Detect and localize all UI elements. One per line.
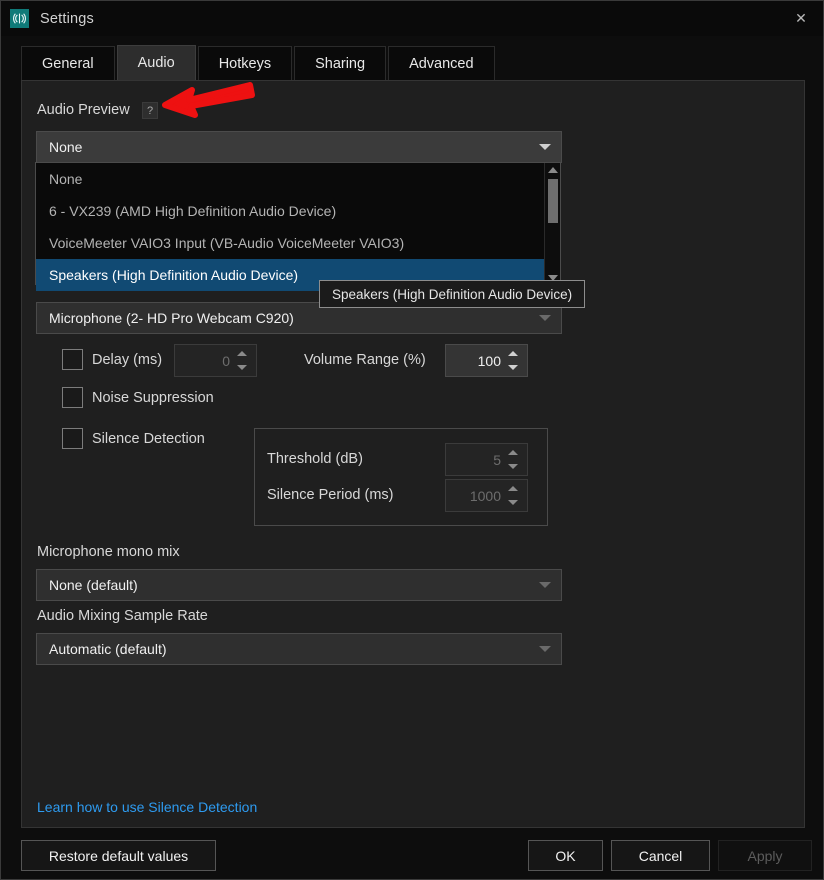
threshold-value: 5 (493, 451, 501, 468)
volume-range-stepper[interactable]: 100 (445, 344, 528, 377)
audio-preview-combo[interactable]: None (36, 131, 562, 163)
audio-preview-value: None (49, 139, 83, 155)
tab-general[interactable]: General (21, 46, 115, 80)
tab-hotkeys[interactable]: Hotkeys (197, 46, 293, 80)
audio-preview-label: Audio Preview (37, 102, 130, 118)
threshold-label: Threshold (dB) (267, 451, 363, 467)
window-title: Settings (40, 10, 94, 27)
mono-mix-value: None (default) (49, 577, 138, 593)
silence-detection-checkbox[interactable] (62, 428, 83, 449)
dropdown-option-vx239[interactable]: 6 - VX239 (AMD High Definition Audio Dev… (36, 195, 560, 227)
tab-bar: General Audio Hotkeys Sharing Advanced (21, 45, 497, 80)
apply-button: Apply (718, 840, 812, 871)
restore-defaults-button[interactable]: Restore default values (21, 840, 216, 871)
stepper-up-icon[interactable] (237, 351, 247, 356)
delay-value: 0 (222, 352, 230, 369)
threshold-stepper[interactable]: 5 (445, 443, 528, 476)
noise-suppression-label: Noise Suppression (92, 390, 214, 406)
chevron-down-icon (539, 144, 551, 150)
microphone-value: Microphone (2- HD Pro Webcam C920) (49, 310, 294, 326)
title-bar: Settings ✕ (1, 1, 823, 36)
stepper-down-icon[interactable] (237, 365, 247, 370)
silence-detection-label: Silence Detection (92, 431, 205, 447)
stepper-up-icon[interactable] (508, 450, 518, 455)
stepper-down-icon[interactable] (508, 500, 518, 505)
tab-audio[interactable]: Audio (116, 45, 196, 80)
settings-window: Settings ✕ General Audio Hotkeys Sharing… (0, 0, 824, 880)
tab-advanced[interactable]: Advanced (388, 46, 495, 80)
delay-checkbox[interactable] (62, 349, 83, 370)
scroll-up-icon[interactable] (545, 163, 561, 176)
stepper-up-icon[interactable] (508, 486, 518, 491)
dropdown-option-none[interactable]: None (36, 163, 560, 195)
tab-sharing[interactable]: Sharing (294, 46, 387, 80)
mono-mix-label: Microphone mono mix (37, 544, 180, 560)
noise-suppression-checkbox[interactable] (62, 387, 83, 408)
audio-waves-icon (10, 9, 29, 28)
dropdown-tooltip: Speakers (High Definition Audio Device) (319, 280, 586, 308)
silence-period-value: 1000 (469, 487, 501, 504)
delay-label: Delay (ms) (92, 352, 163, 368)
scrollbar-thumb[interactable] (548, 179, 558, 223)
silence-detection-help-link[interactable]: Learn how to use Silence Detection (37, 799, 257, 815)
cancel-button[interactable]: Cancel (611, 840, 710, 871)
delay-stepper[interactable]: 0 (174, 344, 257, 377)
silence-period-stepper[interactable]: 1000 (445, 479, 528, 512)
dropdown-option-voicemeeter[interactable]: VoiceMeeter VAIO3 Input (VB-Audio VoiceM… (36, 227, 560, 259)
mono-mix-combo[interactable]: None (default) (36, 569, 562, 601)
chevron-down-icon (539, 315, 551, 321)
close-icon[interactable]: ✕ (779, 1, 823, 36)
chevron-down-icon (539, 582, 551, 588)
dropdown-scrollbar[interactable] (544, 163, 560, 284)
sample-rate-combo[interactable]: Automatic (default) (36, 633, 562, 665)
stepper-down-icon[interactable] (508, 464, 518, 469)
stepper-up-icon[interactable] (508, 351, 518, 356)
volume-range-value: 100 (477, 352, 501, 369)
stepper-down-icon[interactable] (508, 365, 518, 370)
ok-button[interactable]: OK (528, 840, 603, 871)
volume-range-label: Volume Range (%) (304, 352, 426, 368)
sample-rate-value: Automatic (default) (49, 641, 167, 657)
chevron-down-icon (539, 646, 551, 652)
audio-preview-dropdown-list[interactable]: None 6 - VX239 (AMD High Definition Audi… (35, 162, 561, 291)
sample-rate-label: Audio Mixing Sample Rate (37, 608, 208, 624)
silence-period-label: Silence Period (ms) (267, 487, 394, 503)
annotation-arrow-icon (151, 79, 256, 129)
